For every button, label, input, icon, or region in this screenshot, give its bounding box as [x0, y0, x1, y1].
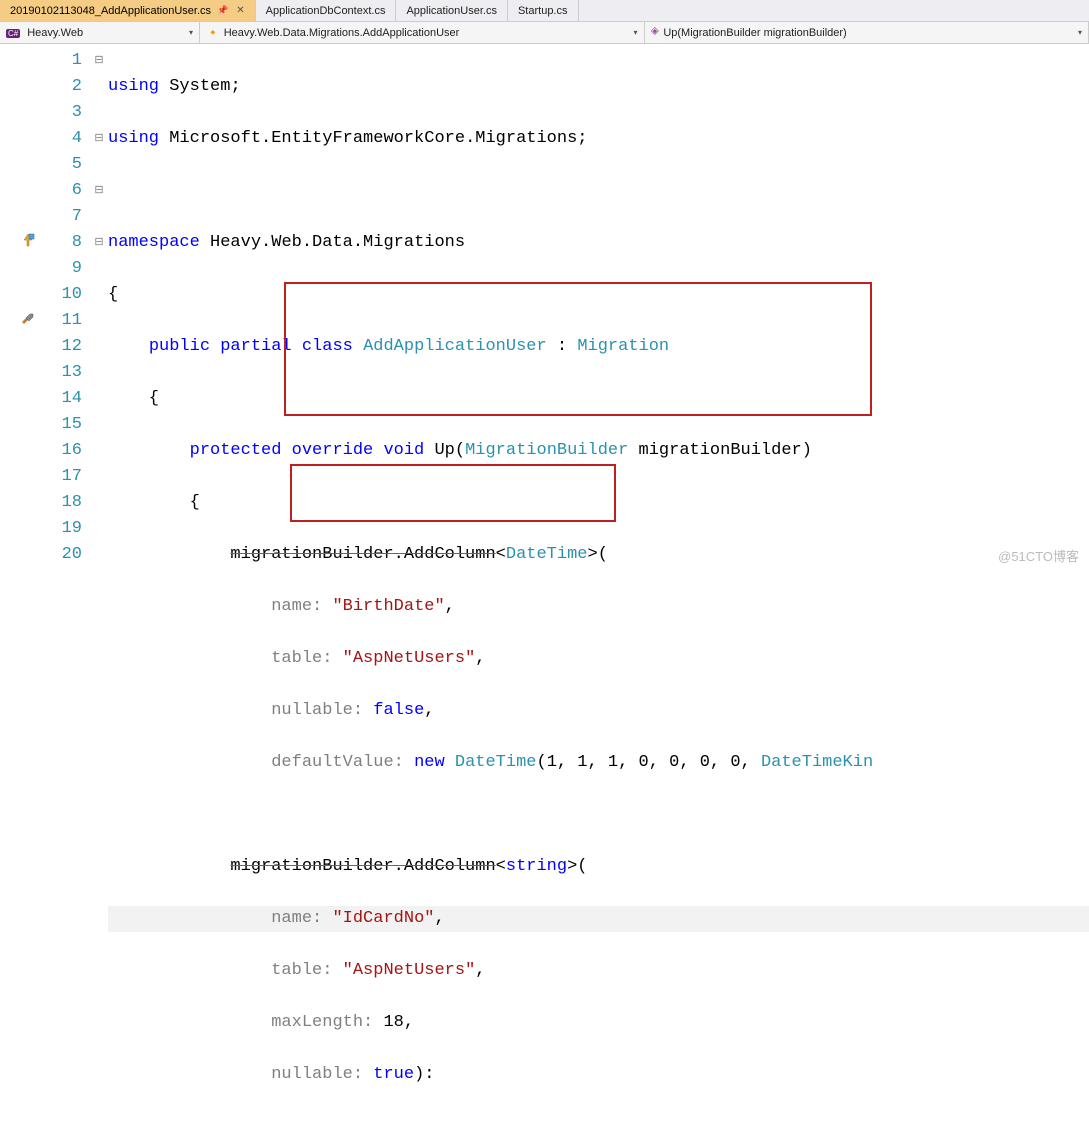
- nav-project-dropdown[interactable]: Heavy.Web ▾: [0, 22, 200, 43]
- line-number-gutter: 1 2 3 4 5 6 7 8 9 10 11 12 13 14 15 16 1…: [42, 44, 90, 573]
- tab-appuser[interactable]: ApplicationUser.cs: [396, 0, 508, 21]
- build-hammer-icon[interactable]: [20, 310, 36, 326]
- fold-toggle[interactable]: ⊟: [90, 178, 108, 204]
- nav-class-dropdown[interactable]: 🔸 Heavy.Web.Data.Migrations.AddApplicati…: [200, 22, 645, 43]
- close-icon[interactable]: ✕: [236, 5, 244, 16]
- csharp-icon: [6, 27, 23, 39]
- fold-gutter: ⊟ ⊟ ⊟ ⊟: [90, 44, 108, 573]
- fold-toggle[interactable]: ⊟: [90, 230, 108, 256]
- tab-bar: 20190102113048_AddApplicationUser.cs📌✕ A…: [0, 0, 1089, 22]
- nav-member-dropdown[interactable]: 🞛 Up(MigrationBuilder migrationBuilder) …: [645, 22, 1089, 43]
- navigation-bar: Heavy.Web ▾ 🔸 Heavy.Web.Data.Migrations.…: [0, 22, 1089, 44]
- chevron-down-icon: ▾: [633, 28, 637, 37]
- code-editor[interactable]: 1 2 3 4 5 6 7 8 9 10 11 12 13 14 15 16 1…: [0, 44, 1089, 573]
- fold-toggle[interactable]: ⊟: [90, 126, 108, 152]
- class-icon: 🔸: [206, 26, 220, 39]
- method-icon: 🞛: [651, 26, 660, 39]
- chevron-down-icon: ▾: [189, 28, 193, 37]
- tab-dbcontext[interactable]: ApplicationDbContext.cs: [256, 0, 397, 21]
- chevron-down-icon: ▾: [1078, 28, 1082, 37]
- pin-icon[interactable]: 📌: [217, 5, 228, 16]
- indicator-margin: [0, 44, 42, 573]
- code-area[interactable]: using System; using Microsoft.EntityFram…: [108, 44, 1089, 573]
- tab-active-file[interactable]: 20190102113048_AddApplicationUser.cs📌✕: [0, 0, 256, 21]
- tab-startup[interactable]: Startup.cs: [508, 0, 579, 21]
- override-up-icon[interactable]: [20, 232, 36, 248]
- fold-toggle[interactable]: ⊟: [90, 48, 108, 74]
